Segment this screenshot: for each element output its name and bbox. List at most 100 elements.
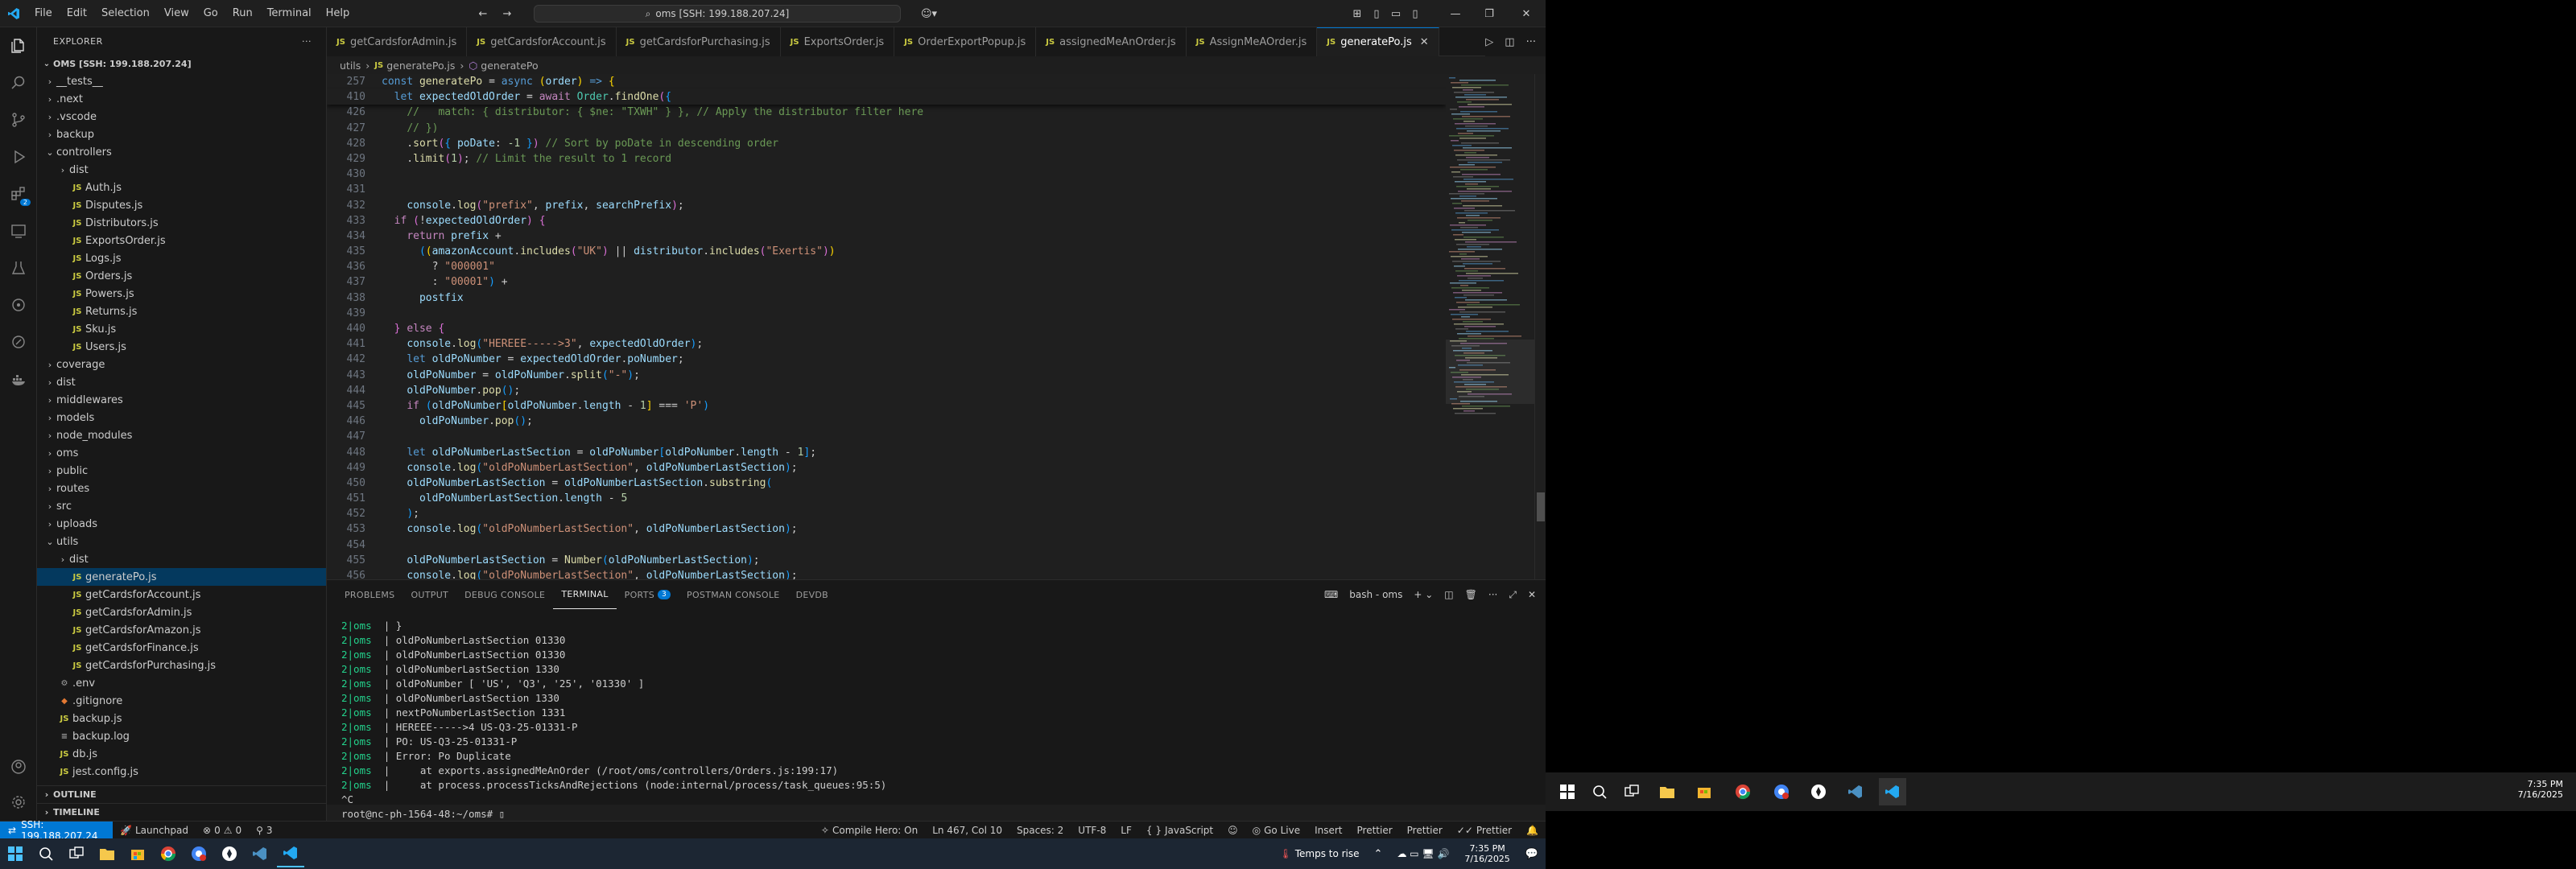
panel-tab-output[interactable]: OUTPUT <box>402 580 456 609</box>
code-editor[interactable]: 257 const generatePo = async (order) => {… <box>327 74 1446 579</box>
account-icon[interactable] <box>0 748 37 785</box>
tray-chevron-up-icon[interactable]: ⌃ <box>1367 848 1390 860</box>
code-line[interactable]: 451 oldPoNumberLastSection.length - 5 <box>327 491 1446 506</box>
split-editor-icon[interactable]: ◫ <box>1505 36 1514 48</box>
minimap[interactable] <box>1446 74 1534 579</box>
code-line[interactable]: 448 let oldPoNumberLastSection = oldPoNu… <box>327 445 1446 460</box>
store-icon[interactable] <box>1690 778 1718 805</box>
menu-help[interactable]: Help <box>319 0 357 27</box>
toggle-panel-icon[interactable]: ▭ <box>1388 0 1404 27</box>
postman-icon[interactable] <box>0 323 37 360</box>
tree-file[interactable]: JS getCardsforAdmin.js <box>37 603 326 621</box>
tree-folder[interactable]: › middlewares <box>37 391 326 409</box>
extensions-icon[interactable]: 2 <box>0 175 37 212</box>
back-arrow-icon[interactable]: ← <box>475 0 491 27</box>
code-line[interactable]: 430 <box>327 167 1446 182</box>
code-line[interactable]: 439 <box>327 306 1446 321</box>
tree-file[interactable]: JS generatePo.js <box>37 568 326 586</box>
tree-file[interactable]: JS backup.js <box>37 710 326 727</box>
tree-file[interactable]: JS getCardsforAccount.js <box>37 586 326 603</box>
customize-layout-icon[interactable]: ⊞ <box>1349 0 1365 27</box>
vscode-active-icon[interactable] <box>277 840 304 867</box>
tree-folder[interactable]: › node_modules <box>37 426 326 444</box>
menu-file[interactable]: File <box>27 0 60 27</box>
search-icon[interactable] <box>1586 778 1613 805</box>
code-line[interactable]: 427 // }) <box>327 121 1446 136</box>
panel-tab-devdb[interactable]: DEVDB <box>788 580 836 609</box>
prettier-item-3[interactable]: ✓✓ Prettier <box>1450 825 1519 836</box>
code-line[interactable]: 440 } else { <box>327 321 1446 336</box>
copilot-icon[interactable]: ☺▾ <box>914 0 943 27</box>
ports-item[interactable]: ⚲ 3 <box>249 825 279 836</box>
code-line[interactable]: 433 if (!expectedOldOrder) { <box>327 213 1446 229</box>
gitlens-icon[interactable] <box>0 286 37 323</box>
tree-folder[interactable]: › backup <box>37 126 326 143</box>
command-center[interactable]: ⌕ oms [SSH: 199.188.207.24] <box>534 5 901 23</box>
tree-folder[interactable]: › dist <box>37 161 326 179</box>
tree-folder[interactable]: › dist <box>37 550 326 568</box>
breadcrumb-symbol[interactable]: generatePo <box>481 60 538 72</box>
close-window-icon[interactable]: ✕ <box>1510 0 1542 27</box>
weather-widget[interactable]: 🌡 Temps to rise <box>1272 848 1366 859</box>
tree-file[interactable]: JS getCardsforAmazon.js <box>37 621 326 639</box>
menu-view[interactable]: View <box>157 0 196 27</box>
toggle-sidebar-icon[interactable]: ▯ <box>1368 0 1385 27</box>
tree-folder[interactable]: › public <box>37 462 326 480</box>
menu-edit[interactable]: Edit <box>60 0 94 27</box>
code-line[interactable]: 453 console.log("oldPoNumberLastSection"… <box>327 521 1446 537</box>
code-line[interactable]: 454 <box>327 537 1446 553</box>
code-line[interactable]: 449 console.log("oldPoNumberLastSection"… <box>327 460 1446 476</box>
scrollbar-thumb[interactable] <box>1537 492 1545 521</box>
tree-file[interactable]: JS getCardsforPurchasing.js <box>37 657 326 674</box>
tree-file[interactable]: JS Disputes.js <box>37 196 326 214</box>
code-line[interactable]: 426 // match: { distributor: { $ne: "TXW… <box>327 105 1446 120</box>
more-actions-icon[interactable]: ··· <box>302 36 312 47</box>
tree-file[interactable]: JS Auth.js <box>37 179 326 196</box>
task-view-icon[interactable] <box>63 840 90 867</box>
panel-tab-postman-console[interactable]: POSTMAN CONSOLE <box>679 580 788 609</box>
menu-selection[interactable]: Selection <box>94 0 157 27</box>
prettier-item-1[interactable]: Prettier <box>1350 825 1400 836</box>
editor-tab[interactable]: JS AssignMeAOrder.js <box>1186 27 1318 56</box>
tree-folder[interactable]: › coverage <box>37 356 326 373</box>
tree-folder[interactable]: › src <box>37 497 326 515</box>
code-line[interactable]: 442 let oldPoNumber = expectedOldOrder.p… <box>327 352 1446 367</box>
tree-file[interactable]: JS Returns.js <box>37 303 326 320</box>
tree-folder[interactable]: › .next <box>37 90 326 108</box>
tree-file[interactable]: ⚙ .env <box>37 674 326 692</box>
menu-terminal[interactable]: Terminal <box>260 0 319 27</box>
problems-item[interactable]: ⊗ 0 ⚠ 0 <box>196 825 249 836</box>
tree-file[interactable]: JS getCardsforFinance.js <box>37 639 326 657</box>
terminal-output[interactable]: 2|oms | } 2|oms | oldPoNumberLastSection … <box>341 619 1530 820</box>
chrome-icon[interactable] <box>1729 778 1757 805</box>
minimize-icon[interactable]: — <box>1439 0 1472 27</box>
tree-file[interactable]: ◆ .gitignore <box>37 692 326 710</box>
tree-file[interactable]: JS Sku.js <box>37 320 326 338</box>
editor-tab[interactable]: JS getCardsforAccount.js <box>467 27 617 56</box>
docker-icon[interactable] <box>0 360 37 397</box>
maximize-icon[interactable]: ❐ <box>1473 0 1505 27</box>
editor-tab[interactable]: JS ExportsOrder.js <box>780 27 895 56</box>
tree-folder[interactable]: › models <box>37 409 326 426</box>
vscode-active-icon[interactable] <box>1879 778 1906 805</box>
vscode-blue-icon[interactable] <box>246 840 274 867</box>
chrome-icon[interactable] <box>155 840 182 867</box>
editor-tab[interactable]: JS generatePo.js ✕ <box>1317 27 1439 56</box>
code-line[interactable]: 429 .limit(1); // Limit the result to 1 … <box>327 151 1446 167</box>
tree-folder[interactable]: ⌄ utils <box>37 533 326 550</box>
maximize-panel-icon[interactable]: ⤢ <box>1509 589 1517 601</box>
tree-folder[interactable]: › .vscode <box>37 108 326 126</box>
code-line[interactable]: 434 return prefix + <box>327 229 1446 244</box>
run-icon[interactable]: ▷ <box>1485 36 1493 48</box>
file-explorer-icon[interactable] <box>93 840 121 867</box>
tree-folder[interactable]: › routes <box>37 480 326 497</box>
panel-tab-ports[interactable]: PORTS 3 <box>617 580 679 609</box>
notifications-icon[interactable]: 💬 <box>1518 848 1546 860</box>
workspace-root[interactable]: ⌄ OMS [SSH: 199.188.207.24] <box>37 55 326 72</box>
explorer-icon[interactable] <box>0 27 37 64</box>
outline-section[interactable]: › OUTLINE <box>37 785 327 803</box>
code-line[interactable]: 432 console.log("prefix", prefix, search… <box>327 198 1446 213</box>
tree-folder[interactable]: › uploads <box>37 515 326 533</box>
editor-scrollbar[interactable] <box>1534 74 1546 579</box>
windows-start-icon[interactable] <box>2 840 29 867</box>
